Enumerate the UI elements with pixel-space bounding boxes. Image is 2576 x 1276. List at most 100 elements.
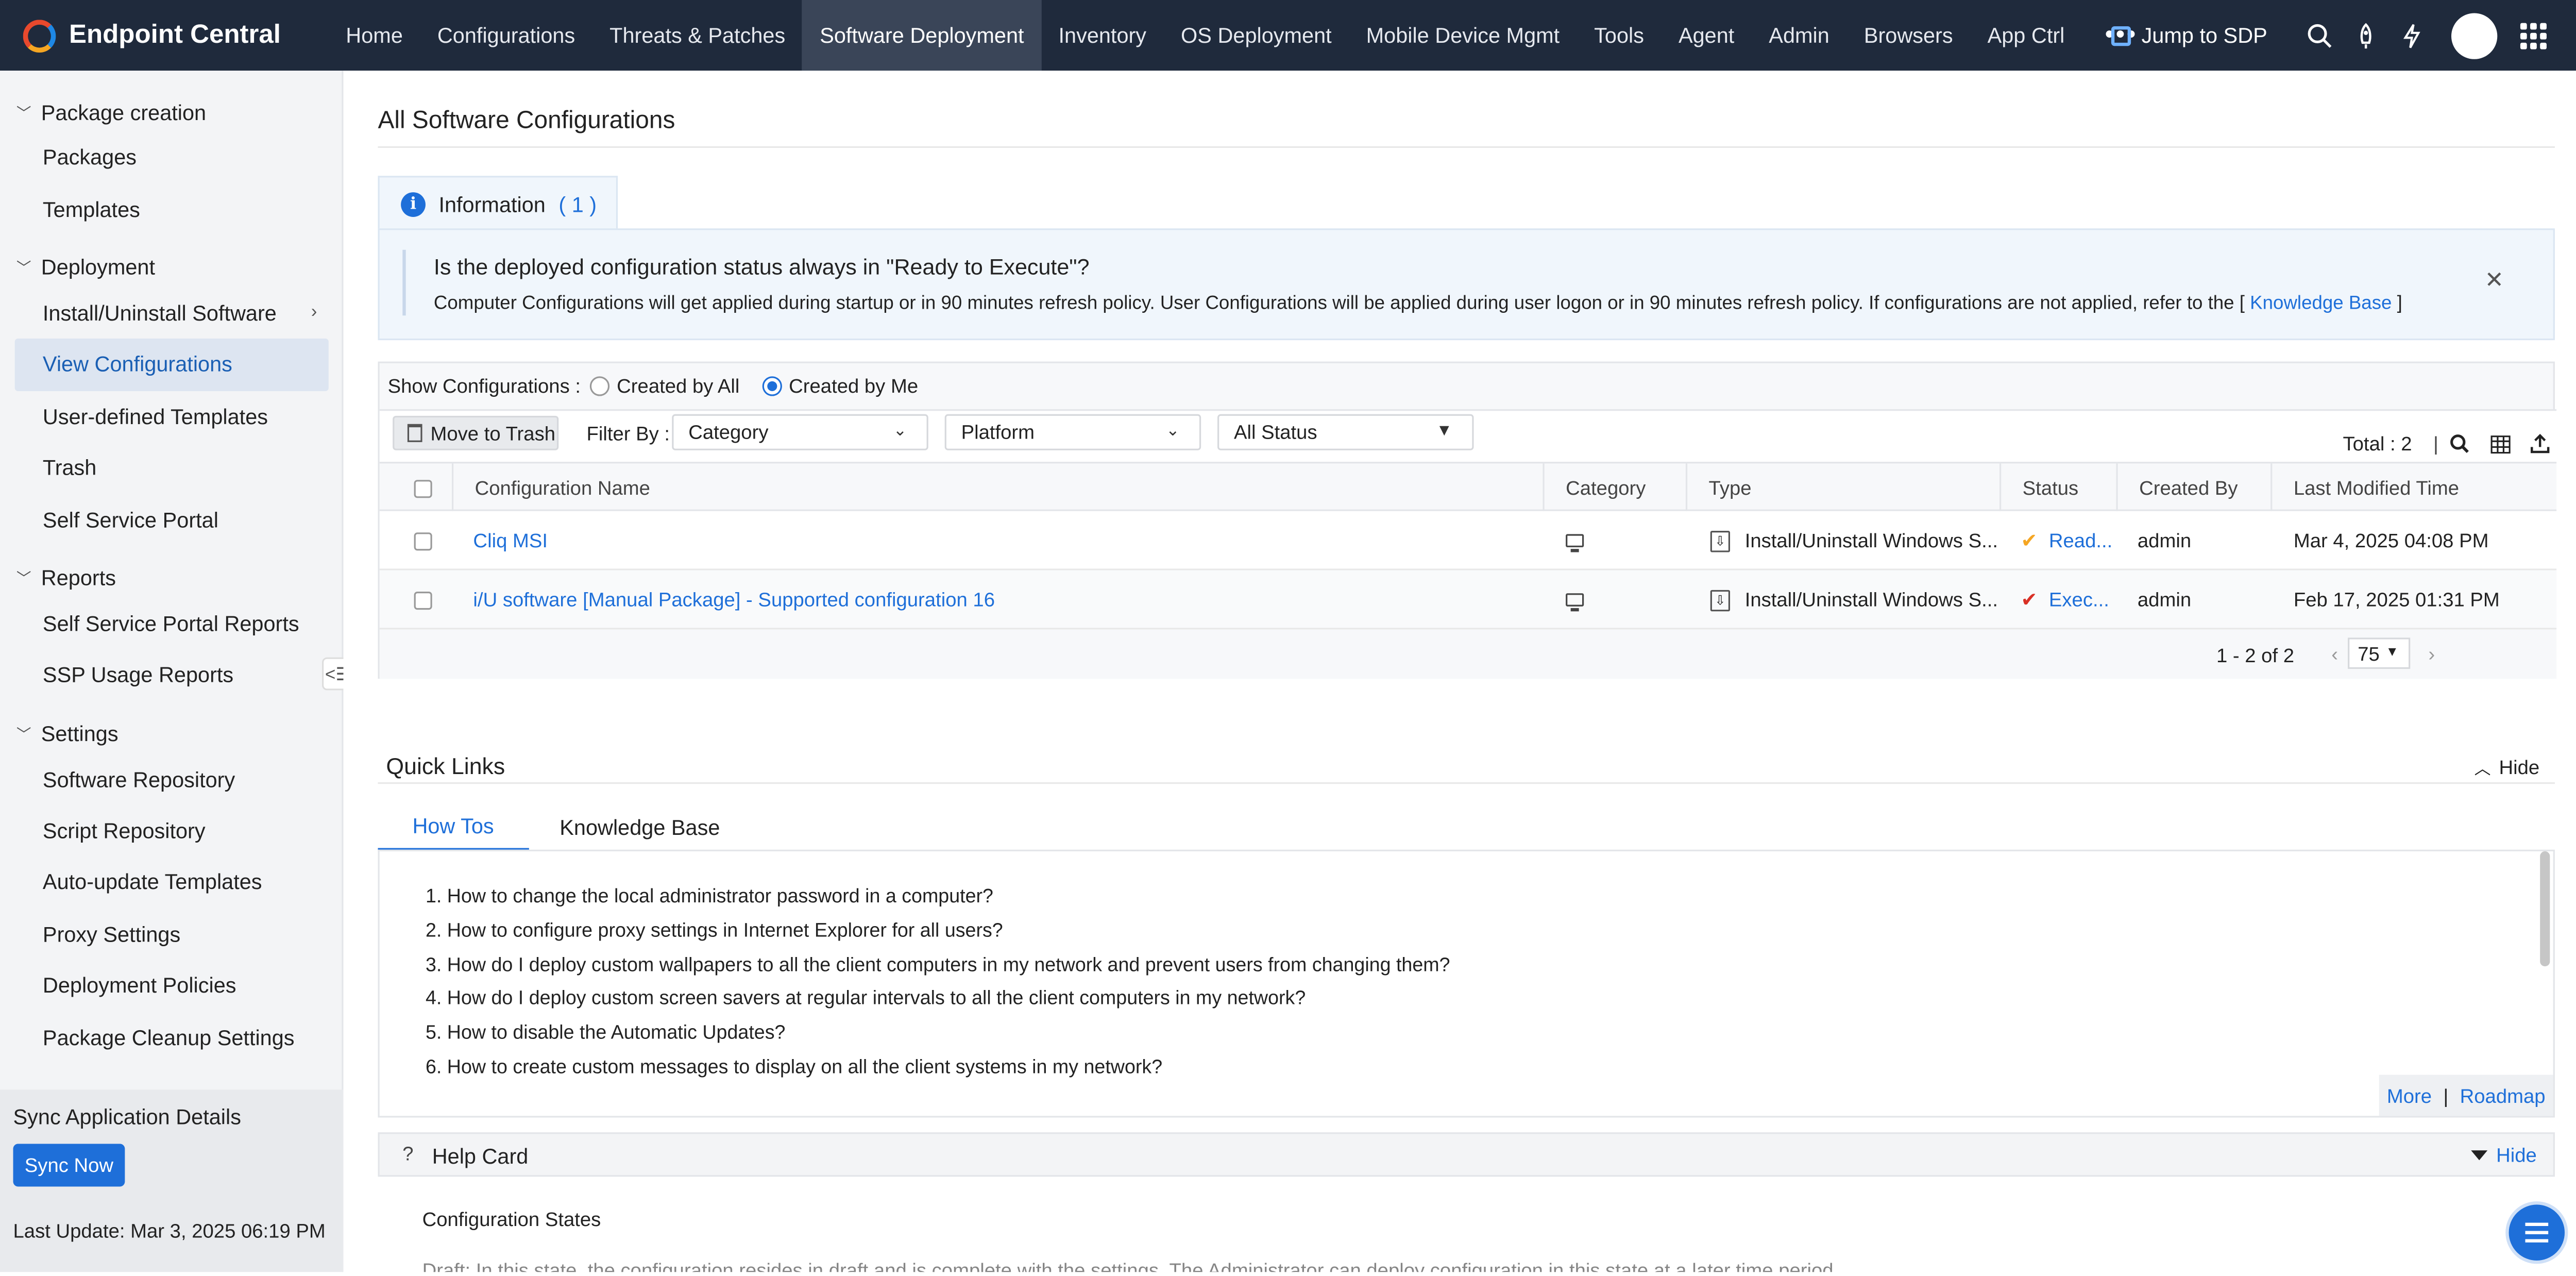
list-item[interactable]: 6. How to create custom messages to disp… [426, 1050, 1450, 1084]
sidebar-item-view-configurations[interactable]: View Configurations [14, 339, 329, 391]
platform-select[interactable]: Platform ⌄ [944, 414, 1201, 450]
nav-mobile-device-mgmt[interactable]: Mobile Device Mgmt [1349, 0, 1577, 71]
radio-created-by-all[interactable] [590, 376, 611, 396]
column-last-modified-time[interactable]: Last Modified Time [2270, 463, 2556, 513]
status-cell[interactable]: ✔ Exec... [2021, 570, 2109, 630]
sidebar-group-settings[interactable]: ﹀ Settings [0, 714, 344, 754]
sidebar-item-deployment-policies[interactable]: Deployment Policies [0, 960, 344, 1012]
quick-links-footer: More | Roadmap [2379, 1074, 2553, 1116]
nav-agent[interactable]: Agent [1661, 0, 1751, 71]
user-avatar[interactable] [2451, 12, 2498, 59]
nav-os-deployment[interactable]: OS Deployment [1164, 0, 1349, 71]
nav-threats-patches[interactable]: Threats & Patches [592, 0, 803, 71]
page-size-value: 75 [2358, 642, 2380, 665]
knowledge-base-link[interactable]: Knowledge Base [2250, 294, 2392, 314]
nav-app-ctrl[interactable]: App Ctrl [1970, 0, 2082, 71]
list-item[interactable]: 2. How to configure proxy settings in In… [426, 913, 1450, 947]
sidebar-group-package-creation[interactable]: ﹀ Package creation [0, 92, 344, 132]
export-icon[interactable] [2529, 432, 2552, 456]
list-item[interactable]: 1. How to change the local administrator… [426, 879, 1450, 913]
chevron-right-icon[interactable]: › [2428, 643, 2435, 666]
filter-by-label: Filter By : [586, 422, 670, 446]
more-link[interactable]: More [2387, 1084, 2432, 1107]
sidebar-item-script-repository[interactable]: Script Repository [0, 805, 344, 857]
nav-home[interactable]: Home [329, 0, 420, 71]
sidebar-item-package-cleanup-settings[interactable]: Package Cleanup Settings [0, 1012, 344, 1063]
column-created-by[interactable]: Created By [2116, 463, 2270, 513]
sidebar-item-templates[interactable]: Templates [0, 183, 344, 234]
close-icon[interactable]: ✕ [2485, 266, 2504, 294]
sidebar-item-packages[interactable]: Packages [0, 131, 344, 183]
radio-created-by-me-label[interactable]: Created by Me [789, 375, 918, 398]
nav-browsers[interactable]: Browsers [1846, 0, 1970, 71]
information-tab[interactable]: i Information ( 1 ) [378, 176, 618, 230]
show-configurations-label: Show Configurations : [387, 375, 581, 398]
sidebar-group-deployment[interactable]: ﹀ Deployment [0, 248, 344, 288]
radio-created-by-me[interactable] [762, 376, 783, 396]
move-to-trash-button[interactable]: Move to Trash [393, 415, 559, 450]
sidebar-item-self-service-portal-reports[interactable]: Self Service Portal Reports [0, 598, 344, 649]
select-all-checkbox[interactable] [414, 479, 432, 497]
package-icon: ⇩ [1710, 589, 1731, 611]
radio-created-by-all-label[interactable]: Created by All [617, 375, 739, 398]
list-item[interactable]: 3. How do I deploy custom wallpapers to … [426, 948, 1450, 982]
help-card-header: ? Help Card Hide [378, 1132, 2555, 1177]
lightning-icon[interactable] [2399, 22, 2425, 48]
configuration-name-link[interactable]: i/U software [Manual Package] - Supporte… [473, 570, 995, 630]
column-status[interactable]: Status [1999, 463, 2116, 513]
sidebar-group-reports[interactable]: ﹀ Reports [0, 558, 344, 598]
nav-inventory[interactable]: Inventory [1041, 0, 1164, 71]
column-category[interactable]: Category [1543, 463, 1685, 513]
column-configuration-name[interactable]: Configuration Name [451, 463, 1543, 513]
configurations-panel: Show Configurations : Created by All Cre… [378, 361, 2557, 679]
help-card-hide-toggle[interactable]: Hide [2471, 1144, 2537, 1167]
nav-tools[interactable]: Tools [1577, 0, 1662, 71]
table-search-icon[interactable] [2448, 432, 2471, 456]
status-select[interactable]: All Status ▼ [1217, 414, 1474, 450]
chat-menu-button[interactable] [2505, 1201, 2568, 1264]
sidebar-item-user-defined-templates[interactable]: User-defined Templates [0, 391, 344, 442]
column-type[interactable]: Type [1685, 463, 1999, 513]
sidebar-item-install-uninstall-software[interactable]: Install/Uninstall Software › [0, 287, 344, 339]
created-by-cell: admin [2137, 529, 2192, 552]
sidebar-group-label: Package creation [41, 99, 207, 124]
list-item[interactable]: 4. How do I deploy custom screen savers … [426, 982, 1450, 1016]
category-select[interactable]: Category ⌄ [672, 414, 928, 450]
nav-configurations[interactable]: Configurations [420, 0, 592, 71]
sidebar-item-ssp-usage-reports[interactable]: SSP Usage Reports [0, 649, 344, 701]
search-icon[interactable] [2307, 22, 2333, 48]
table-row[interactable]: i/U software [Manual Package] - Supporte… [379, 570, 2557, 630]
status-cell[interactable]: ✔ Read... [2021, 511, 2112, 570]
sidebar-item-self-service-portal[interactable]: Self Service Portal [0, 494, 344, 545]
sidebar-item-proxy-settings[interactable]: Proxy Settings [0, 909, 344, 960]
table-row[interactable]: Cliq MSI ⇩ Install/Uninstall Windows S..… [379, 511, 2557, 570]
page-size-select[interactable]: 75 ▼ [2348, 637, 2411, 669]
columns-grid-icon[interactable] [2489, 432, 2512, 456]
brand[interactable]: Endpoint Central [0, 19, 329, 52]
nav-software-deployment[interactable]: Software Deployment [802, 0, 1042, 71]
status-text[interactable]: Read... [2049, 529, 2112, 552]
link-separator: | [2443, 1084, 2449, 1107]
rocket-icon[interactable] [2353, 22, 2379, 48]
sync-now-button[interactable]: Sync Now [13, 1144, 125, 1187]
tab-how-tos[interactable]: How Tos [378, 802, 529, 851]
platform-select-value: Platform [961, 421, 1035, 444]
topbar-actions: Jump to SDP [2112, 0, 2576, 71]
total-count-label: Total : 2 [2343, 432, 2412, 456]
status-text[interactable]: Exec... [2049, 589, 2109, 612]
sidebar-item-auto-update-templates[interactable]: Auto-update Templates [0, 857, 344, 908]
row-checkbox[interactable] [414, 591, 432, 609]
chevron-left-icon[interactable]: ‹ [2331, 643, 2338, 666]
row-checkbox[interactable] [414, 531, 432, 550]
quick-links-hide-toggle[interactable]: ︿ Hide [2475, 754, 2540, 779]
list-item[interactable]: 5. How to disable the Automatic Updates? [426, 1016, 1450, 1050]
jump-to-sdp-link[interactable]: Jump to SDP [2112, 23, 2267, 47]
sidebar-item-trash[interactable]: Trash [0, 442, 344, 494]
nav-admin[interactable]: Admin [1752, 0, 1847, 71]
sidebar-item-software-repository[interactable]: Software Repository [0, 753, 344, 805]
tab-knowledge-base[interactable]: Knowledge Base [538, 802, 741, 851]
apps-grid-icon[interactable] [2520, 22, 2547, 49]
scrollbar[interactable] [2540, 851, 2550, 967]
roadmap-link[interactable]: Roadmap [2460, 1084, 2546, 1107]
configuration-name-link[interactable]: Cliq MSI [473, 511, 548, 570]
